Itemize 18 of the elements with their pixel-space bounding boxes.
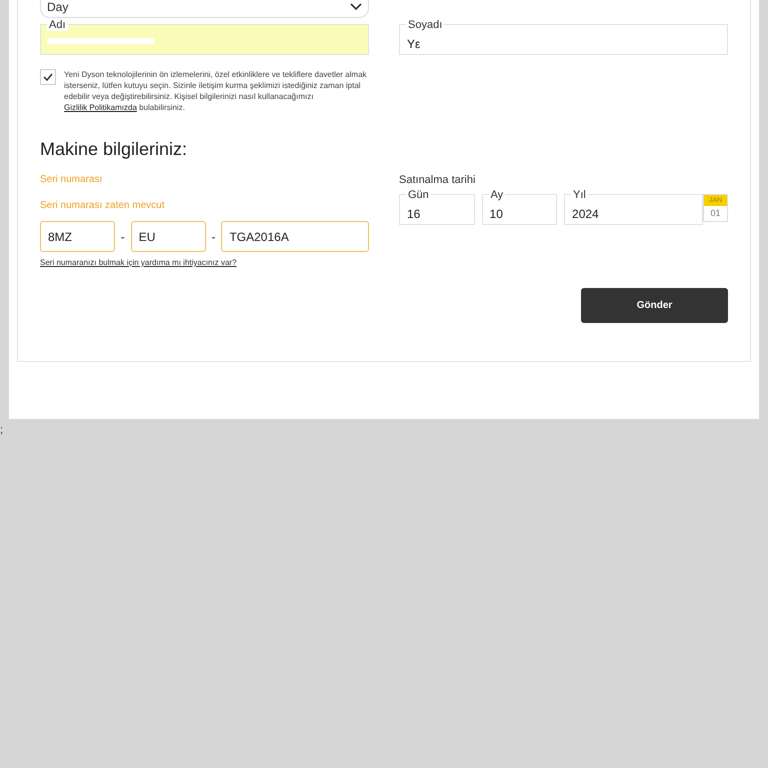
purchase-date-label: Satınalma tarihi xyxy=(399,174,476,186)
day-select[interactable]: Day xyxy=(40,0,369,18)
serial-input[interactable]: EU xyxy=(130,221,206,252)
stray-text: ; xyxy=(0,424,4,436)
consent-checkbox[interactable] xyxy=(40,69,56,85)
help-link[interactable]: Seri numaranızı bulmak için yardıma mı ihtiyacınız var? xyxy=(40,258,237,267)
serial-input[interactable]: 8MZ xyxy=(40,221,115,252)
serial-label: Seri numarası xyxy=(40,174,104,185)
submit-button[interactable]: Gönder xyxy=(581,288,728,323)
serial-input[interactable]: TGA2016A xyxy=(221,221,369,252)
consent-text: Yeni Dyson teknolojilerinin ön izlemelerini, özel etkinliklere ve tekliflere davetler almak isterseniz, lütfen kutuyu seçin. Sizinle iletişim kurma şeklimizi istediğiniz zaman iptal edebilir veya değiştirebilirsiniz. Kişisel bilgilerinizi nasıl kullanacağımızı Gizlilik Politikamızda bulabilirsiniz. xyxy=(64,69,368,113)
serial-error: Seri numarası zaten mevcut xyxy=(40,200,166,211)
separator: - xyxy=(210,230,216,244)
chevron-down-icon xyxy=(350,3,362,11)
separator: - xyxy=(120,230,126,244)
check-icon xyxy=(43,73,53,81)
privacy-policy-link[interactable]: Gizlilik Politikamızda xyxy=(64,103,137,112)
section-heading: Makine bilgileriniz: xyxy=(40,139,188,160)
